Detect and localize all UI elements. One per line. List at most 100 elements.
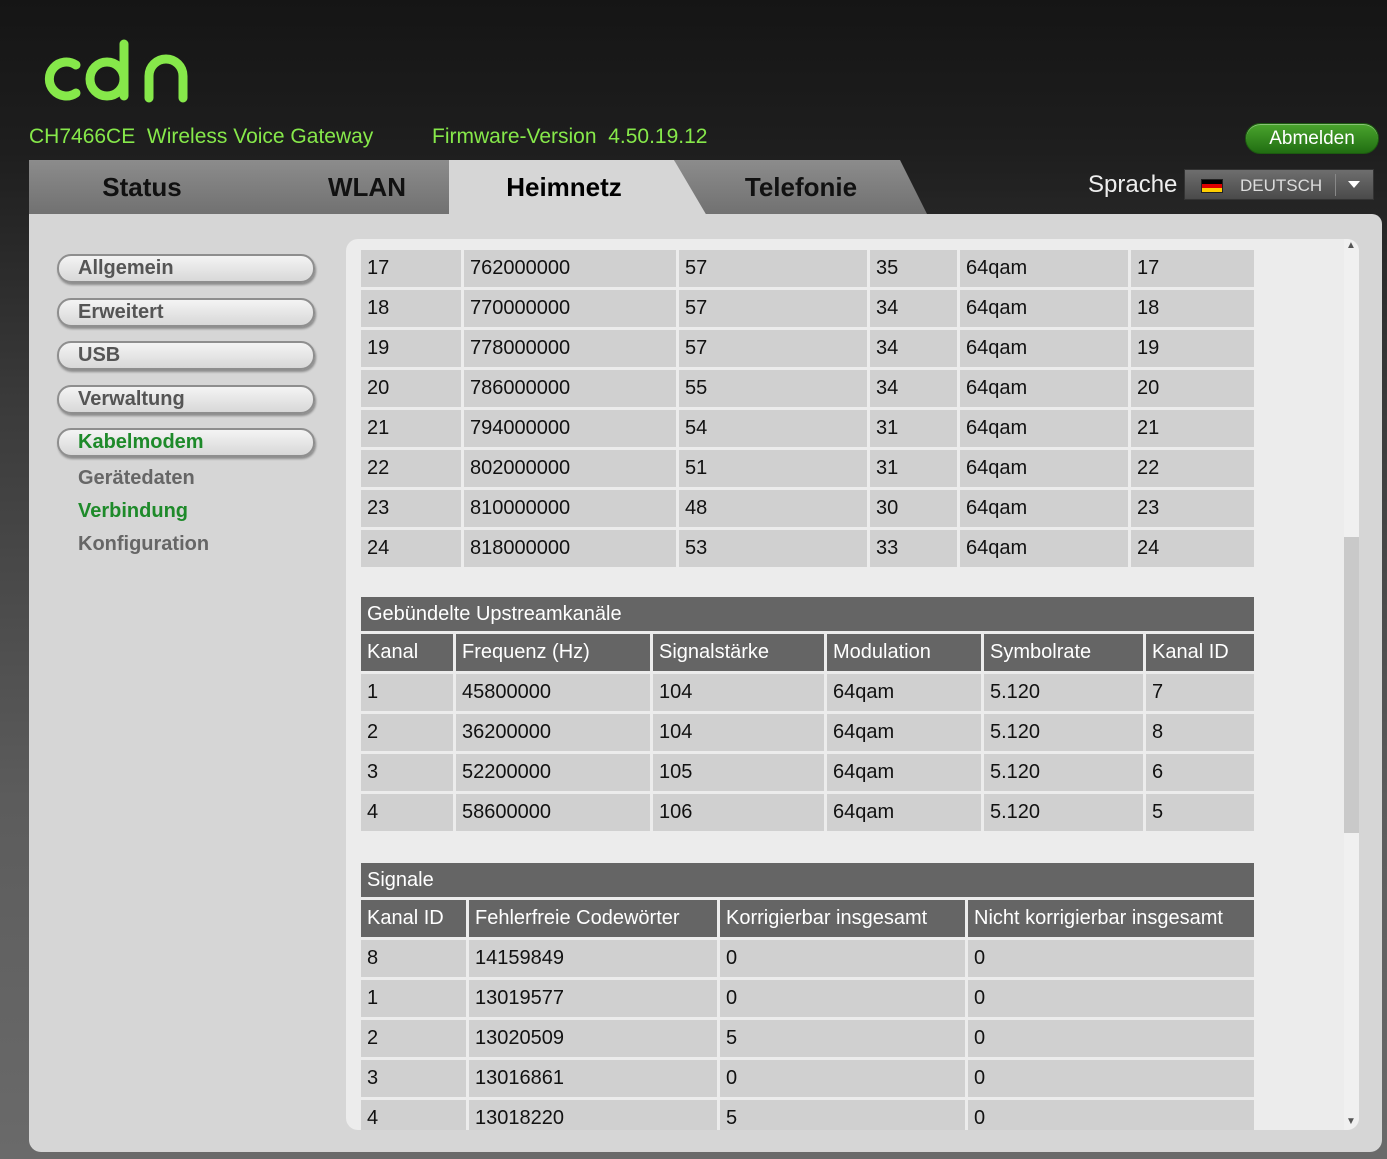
tab-telefonie[interactable]: Telefonie xyxy=(674,160,928,216)
table-cell: 24 xyxy=(1131,530,1254,567)
table-cell: 33 xyxy=(870,530,957,567)
table-cell: 794000000 xyxy=(464,410,676,447)
table-cell: 20 xyxy=(1131,370,1254,407)
scroll-down-icon[interactable]: ▼ xyxy=(1346,1116,1356,1127)
column-header: Kanal ID xyxy=(361,900,466,937)
table-cell: 55 xyxy=(679,370,867,407)
table-cell: 6 xyxy=(1146,754,1254,791)
scrollbar-thumb[interactable] xyxy=(1344,537,1359,833)
table-cell: 13018220 xyxy=(469,1100,717,1130)
table-cell: 5.120 xyxy=(984,714,1143,751)
table-cell: 5.120 xyxy=(984,754,1143,791)
table-cell: 21 xyxy=(361,410,461,447)
logout-button[interactable]: Abmelden xyxy=(1245,123,1379,154)
table-cell: 7 xyxy=(1146,674,1254,711)
table-cell: 36200000 xyxy=(456,714,650,751)
table-cell: 23 xyxy=(1131,490,1254,527)
nav-kabelmodem[interactable]: Kabelmodem xyxy=(57,428,315,457)
column-header: Symbolrate xyxy=(984,634,1143,671)
table-row: 4 13018220 5 0 xyxy=(361,1100,1254,1130)
chevron-down-icon[interactable] xyxy=(1348,181,1360,188)
vertical-scrollbar[interactable]: ▲ ▼ xyxy=(1344,239,1359,1130)
table-cell: 0 xyxy=(968,1100,1254,1130)
table-cell: 19 xyxy=(1131,330,1254,367)
table-cell: 22 xyxy=(1131,450,1254,487)
table-row: 21 794000000 54 31 64qam 21 xyxy=(361,410,1254,447)
table-cell: 2 xyxy=(361,714,453,751)
nav-verwaltung[interactable]: Verwaltung xyxy=(57,385,315,414)
table-cell: 20 xyxy=(361,370,461,407)
table-cell: 13020509 xyxy=(469,1020,717,1057)
content-scroll-area[interactable]: 17 762000000 57 35 64qam 17 18 770000000 57 34 64q… xyxy=(346,239,1359,1130)
table-row: 20 786000000 55 34 64qam 20 xyxy=(361,370,1254,407)
subnav-konfiguration[interactable]: Konfiguration xyxy=(78,533,209,556)
language-value: DEUTSCH xyxy=(1240,176,1323,195)
tab-heimnetz[interactable]: Heimnetz xyxy=(449,160,707,216)
table-cell: 786000000 xyxy=(464,370,676,407)
table-cell: 104 xyxy=(653,674,824,711)
nav-usb[interactable]: USB xyxy=(57,341,315,370)
table-cell: 17 xyxy=(361,250,461,287)
table-cell: 51 xyxy=(679,450,867,487)
table-row: 3 13016861 0 0 xyxy=(361,1060,1254,1097)
table-cell: 48 xyxy=(679,490,867,527)
subnav-verbindung[interactable]: Verbindung xyxy=(78,500,188,523)
table-cell: 30 xyxy=(870,490,957,527)
table-cell: 0 xyxy=(720,1060,965,1097)
table-row: 19 778000000 57 34 64qam 19 xyxy=(361,330,1254,367)
tab-wlan[interactable]: WLAN xyxy=(256,160,478,216)
table-cell: 0 xyxy=(968,1060,1254,1097)
table-cell: 34 xyxy=(870,370,957,407)
table-row: 18 770000000 57 34 64qam 18 xyxy=(361,290,1254,327)
column-header: Korrigierbar insgesamt xyxy=(720,900,965,937)
table-cell: 53 xyxy=(679,530,867,567)
table-row: 1 45800000 104 64qam 5.120 7 xyxy=(361,674,1254,711)
table-cell: 4 xyxy=(361,794,453,831)
table-cell: 31 xyxy=(870,450,957,487)
table-cell: 57 xyxy=(679,290,867,327)
table-cell: 45800000 xyxy=(456,674,650,711)
table-row: 24 818000000 53 33 64qam 24 xyxy=(361,530,1254,567)
table-cell: 5 xyxy=(1146,794,1254,831)
table-cell: 0 xyxy=(968,980,1254,1017)
table-cell: 52200000 xyxy=(456,754,650,791)
table-cell: 0 xyxy=(968,940,1254,977)
table-cell: 3 xyxy=(361,1060,466,1097)
table-cell: 770000000 xyxy=(464,290,676,327)
table-cell: 778000000 xyxy=(464,330,676,367)
table-cell: 17 xyxy=(1131,250,1254,287)
scroll-up-icon[interactable]: ▲ xyxy=(1346,240,1356,251)
table-cell: 0 xyxy=(968,1020,1254,1057)
table-cell: 5.120 xyxy=(984,674,1143,711)
table-cell: 21 xyxy=(1131,410,1254,447)
nav-allgemein[interactable]: Allgemein xyxy=(57,254,315,283)
downstream-table: 17 762000000 57 35 64qam 17 18 770000000 57 34 64q… xyxy=(358,247,1257,570)
table-row: 1 13019577 0 0 xyxy=(361,980,1254,1017)
table-cell: 64qam xyxy=(827,714,981,751)
table-cell: 5 xyxy=(720,1020,965,1057)
table-cell: 64qam xyxy=(960,250,1128,287)
table-header-row: Kanal Frequenz (Hz) Signalstärke Modulation… xyxy=(361,634,1254,671)
subnav-geraetedaten[interactable]: Gerätedaten xyxy=(78,467,195,490)
table-row: 2 36200000 104 64qam 5.120 8 xyxy=(361,714,1254,751)
table-cell: 54 xyxy=(679,410,867,447)
language-select[interactable]: DEUTSCH xyxy=(1184,169,1374,200)
table-cell: 57 xyxy=(679,330,867,367)
table-cell: 64qam xyxy=(960,530,1128,567)
table-cell: 802000000 xyxy=(464,450,676,487)
table-cell: 23 xyxy=(361,490,461,527)
table-cell: 818000000 xyxy=(464,530,676,567)
table-cell: 4 xyxy=(361,1100,466,1130)
table-cell: 64qam xyxy=(960,490,1128,527)
tab-status[interactable]: Status xyxy=(29,160,285,216)
upstream-title: Gebündelte Upstreamkanäle xyxy=(361,597,1254,631)
table-cell: 1 xyxy=(361,980,466,1017)
table-cell: 64qam xyxy=(960,450,1128,487)
cbn-logo xyxy=(44,39,188,103)
table-cell: 64qam xyxy=(960,410,1128,447)
table-cell: 35 xyxy=(870,250,957,287)
nav-erweitert[interactable]: Erweitert xyxy=(57,298,315,327)
table-cell: 13019577 xyxy=(469,980,717,1017)
german-flag-icon xyxy=(1201,179,1223,193)
table-cell: 8 xyxy=(361,940,466,977)
